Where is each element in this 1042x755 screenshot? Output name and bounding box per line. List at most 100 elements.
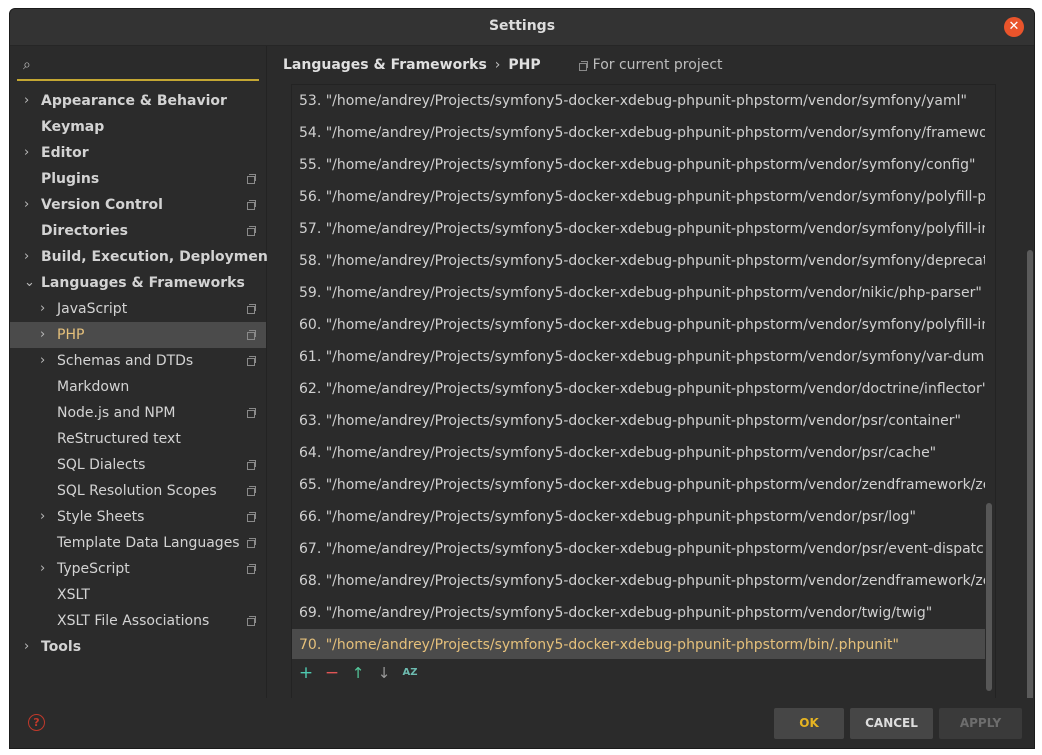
project-scope-icon: [247, 226, 256, 236]
chevron-right-icon[interactable]: ›: [24, 140, 29, 166]
include-path-row[interactable]: 55. "/home/andrey/Projects/symfony5-dock…: [292, 149, 985, 181]
sidebar-item[interactable]: Plugins: [10, 166, 266, 192]
include-path-row[interactable]: 53. "/home/andrey/Projects/symfony5-dock…: [292, 85, 985, 117]
sidebar-item[interactable]: Keymap: [10, 114, 266, 140]
ok-button[interactable]: OK: [774, 708, 844, 739]
sidebar-item[interactable]: XSLT File Associations: [10, 608, 266, 634]
project-scope-icon: [247, 408, 256, 418]
sidebar-item[interactable]: ReStructured text: [10, 426, 266, 452]
settings-sidebar: ⌕ › Appearance & Behavior Keymap › Editor Plu…: [10, 46, 275, 698]
include-path-row[interactable]: 61. "/home/andrey/Projects/symfony5-dock…: [292, 341, 985, 373]
sidebar-item-label: Directories: [41, 223, 128, 239]
sidebar-item-label: XSLT: [57, 587, 90, 603]
panel-scrollbar[interactable]: [1027, 250, 1033, 706]
chevron-right-icon[interactable]: ›: [40, 556, 45, 582]
sidebar-item[interactable]: › Schemas and DTDs: [10, 348, 266, 374]
sidebar-item-label: Keymap: [41, 119, 105, 135]
project-scope-icon: [247, 564, 256, 574]
include-path-row[interactable]: 66. "/home/andrey/Projects/symfony5-dock…: [292, 501, 985, 533]
chevron-right-icon[interactable]: ›: [40, 504, 45, 530]
sidebar-item[interactable]: › Build, Execution, Deployment: [10, 244, 275, 270]
sidebar-item[interactable]: › TypeScript: [10, 556, 266, 582]
include-path-list: 53. "/home/andrey/Projects/symfony5-dock…: [291, 84, 996, 726]
chevron-down-icon[interactable]: ⌄: [24, 270, 35, 296]
cancel-button[interactable]: CANCEL: [850, 708, 933, 739]
sidebar-item[interactable]: SQL Dialects: [10, 452, 266, 478]
include-path-row[interactable]: 59. "/home/andrey/Projects/symfony5-dock…: [292, 277, 985, 309]
include-path-row[interactable]: 57. "/home/andrey/Projects/symfony5-dock…: [292, 213, 985, 245]
sidebar-item[interactable]: › Tools: [10, 634, 266, 660]
sidebar-item[interactable]: › Version Control: [10, 192, 266, 218]
search-field[interactable]: ⌕: [17, 56, 259, 81]
include-path-row[interactable]: 60. "/home/andrey/Projects/symfony5-dock…: [292, 309, 985, 341]
remove-path-icon[interactable]: −: [322, 663, 342, 683]
sidebar-item-label: Version Control: [41, 197, 163, 213]
project-scope-label: For current project: [578, 57, 723, 73]
sidebar-item[interactable]: › Style Sheets: [10, 504, 266, 530]
sidebar-item-label: Markdown: [57, 379, 130, 395]
sidebar-item-label: Schemas and DTDs: [57, 353, 194, 369]
settings-window: Settings ✕ ⌕ › Appearance & Behavior Keyma…: [9, 8, 1035, 749]
project-scope-icon: [247, 486, 256, 496]
breadcrumb-section[interactable]: Languages & Frameworks: [283, 57, 487, 73]
include-path-row[interactable]: 69. "/home/andrey/Projects/symfony5-dock…: [292, 597, 985, 629]
include-path-row[interactable]: 64. "/home/andrey/Projects/symfony5-dock…: [292, 437, 985, 469]
sort-alphabetically-icon[interactable]: AZ: [400, 663, 420, 683]
include-path-row[interactable]: 62. "/home/andrey/Projects/symfony5-dock…: [292, 373, 985, 405]
sidebar-item[interactable]: Directories: [10, 218, 266, 244]
php-settings-panel: Languages & Frameworks › PHP For current pr…: [267, 46, 1034, 726]
include-path-row[interactable]: 56. "/home/andrey/Projects/symfony5-dock…: [292, 181, 985, 213]
window-title: Settings: [488, 18, 556, 34]
include-path-row[interactable]: 58. "/home/andrey/Projects/symfony5-dock…: [292, 245, 985, 277]
chevron-right-icon[interactable]: ›: [24, 634, 29, 660]
project-scope-icon: [247, 616, 256, 626]
sidebar-item-label: SQL Resolution Scopes: [57, 483, 217, 499]
sidebar-item-label: Languages & Frameworks: [41, 275, 245, 291]
project-scope-icon: [247, 538, 256, 548]
sidebar-item-label: Node.js and NPM: [57, 405, 176, 421]
chevron-right-icon[interactable]: ›: [40, 348, 45, 374]
sidebar-item[interactable]: › JavaScript: [10, 296, 266, 322]
add-path-icon[interactable]: +: [296, 663, 316, 683]
move-up-icon[interactable]: ↑: [348, 663, 368, 683]
sidebar-item-label: Appearance & Behavior: [41, 93, 227, 109]
project-scope-icon: [247, 304, 256, 314]
close-icon[interactable]: ✕: [1004, 17, 1024, 37]
include-path-row[interactable]: 54. "/home/andrey/Projects/symfony5-dock…: [292, 117, 985, 149]
sidebar-item-label: Editor: [41, 145, 89, 161]
sidebar-item[interactable]: XSLT: [10, 582, 266, 608]
project-scope-icon: [247, 200, 256, 210]
sidebar-item[interactable]: ⌄ Languages & Frameworks: [10, 270, 266, 296]
include-path-row[interactable]: 68. "/home/andrey/Projects/symfony5-dock…: [292, 565, 985, 597]
sidebar-item[interactable]: › Editor: [10, 140, 266, 166]
settings-tree: › Appearance & Behavior Keymap › Editor Plugi…: [10, 88, 275, 660]
sidebar-item-label: Tools: [41, 639, 82, 655]
apply-button[interactable]: APPLY: [939, 708, 1022, 739]
chevron-right-icon[interactable]: ›: [24, 192, 29, 218]
title-bar: Settings ✕: [10, 9, 1034, 46]
sidebar-item[interactable]: Template Data Languages: [10, 530, 266, 556]
project-scope-icon: [578, 61, 588, 71]
help-icon[interactable]: ?: [28, 714, 45, 731]
include-path-row[interactable]: 70. "/home/andrey/Projects/symfony5-dock…: [292, 629, 985, 659]
breadcrumb-page: PHP: [508, 57, 541, 73]
sidebar-item-label: ReStructured text: [57, 431, 181, 447]
sidebar-item[interactable]: Node.js and NPM: [10, 400, 266, 426]
project-scope-text: For current project: [592, 57, 723, 73]
sidebar-item[interactable]: SQL Resolution Scopes: [10, 478, 266, 504]
sidebar-item[interactable]: › Appearance & Behavior: [10, 88, 266, 114]
sidebar-item[interactable]: Markdown: [10, 374, 266, 400]
chevron-right-icon[interactable]: ›: [40, 322, 45, 348]
breadcrumb-separator-icon: ›: [494, 57, 501, 73]
sidebar-item-label: JavaScript: [57, 301, 128, 317]
chevron-right-icon[interactable]: ›: [24, 244, 29, 270]
move-down-icon[interactable]: ↓: [374, 663, 394, 683]
sidebar-item[interactable]: › PHP: [10, 322, 266, 348]
include-path-row[interactable]: 67. "/home/andrey/Projects/symfony5-dock…: [292, 533, 985, 565]
breadcrumb: Languages & Frameworks › PHP For current pr…: [283, 55, 723, 75]
sidebar-item-label: Style Sheets: [57, 509, 145, 525]
include-path-row[interactable]: 63. "/home/andrey/Projects/symfony5-dock…: [292, 405, 985, 437]
include-path-row[interactable]: 65. "/home/andrey/Projects/symfony5-dock…: [292, 469, 985, 501]
chevron-right-icon[interactable]: ›: [40, 296, 45, 322]
chevron-right-icon[interactable]: ›: [24, 88, 29, 114]
